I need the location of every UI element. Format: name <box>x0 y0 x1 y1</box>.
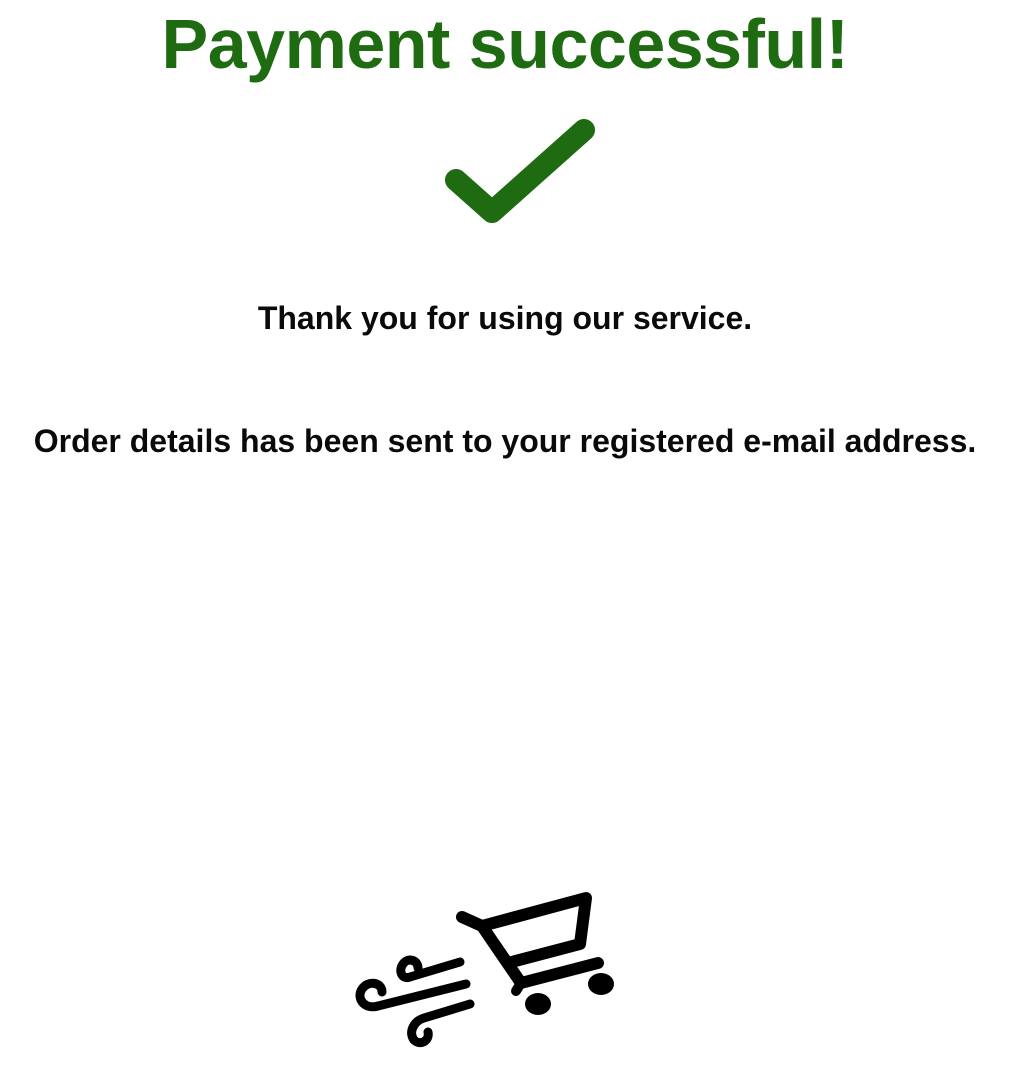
cart-wheel-front <box>525 993 551 1015</box>
fast-shopping-cart-icon <box>355 892 614 1048</box>
checkmark-stroke <box>445 119 595 223</box>
cart-frame <box>511 978 526 996</box>
thank-you-message: Thank you for using our service. <box>257 300 753 336</box>
wind-lines <box>355 955 475 1048</box>
checkmark-icon <box>445 119 595 223</box>
cart-wheel-back <box>588 973 614 995</box>
order-details-message: Order details has been sent to your regi… <box>33 423 977 459</box>
page-title: Payment successful! <box>161 5 849 83</box>
